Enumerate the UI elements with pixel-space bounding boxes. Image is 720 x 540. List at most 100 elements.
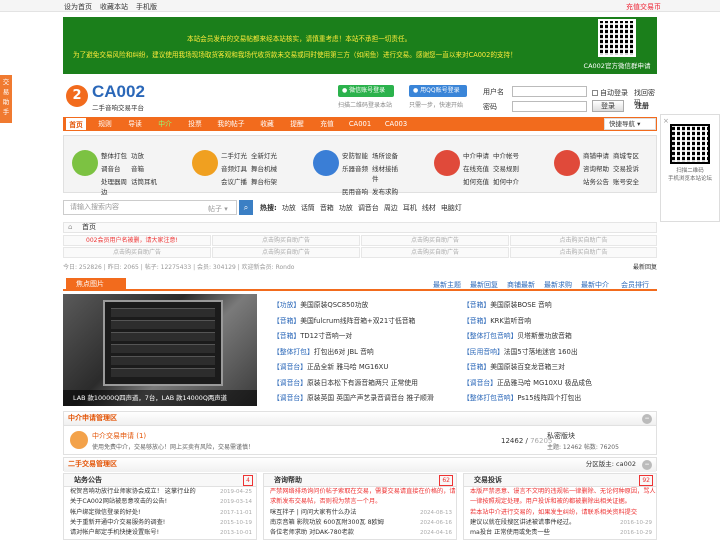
hot-keyword[interactable]: 周边 — [384, 203, 398, 213]
category-link[interactable]: 民用音响 — [342, 186, 372, 196]
category-link[interactable]: 在线充值 — [463, 163, 493, 173]
thread-row[interactable]: 祝贺音响功放行业师家协会成立！ 这掌行业的 2019-04-25 — [64, 487, 256, 497]
hot-keyword[interactable]: 功放 — [282, 203, 296, 213]
thread-row[interactable]: 各位老师求助 对DAK-780老款 2024-04-16 — [264, 528, 456, 538]
list-item[interactable]: 【音箱】美国原装BOSE 音响 — [463, 298, 649, 314]
section-title[interactable]: 二手交易管理区 — [68, 460, 117, 468]
list-item[interactable]: 【整体打包】打包出6对 JBL 音响 — [273, 345, 459, 361]
list-item[interactable]: 【功放】美国原装QSC850功放 — [273, 298, 459, 314]
trade-assistant-tab[interactable]: 交易助手 — [0, 75, 12, 123]
category-link[interactable]: 账号安全 — [613, 176, 643, 186]
list-item[interactable]: 【音箱】KRK监听音响 — [463, 314, 649, 330]
password-input[interactable] — [512, 101, 587, 112]
nav-my-posts[interactable]: 我的帖子 — [213, 117, 249, 131]
thread-row[interactable]: 本版严禁恶意、谩言不文明的违规帖一律删除、无论何种原因，骂人一律按照规定处理。用… — [464, 487, 656, 508]
close-icon[interactable]: × — [663, 117, 669, 125]
list-item[interactable]: 【整体打包音响】贝塔斯曼功放音箱 — [463, 329, 649, 345]
category-link[interactable]: 场所设备 — [372, 150, 402, 160]
ad-slot[interactable]: 点击购买自助广告 — [361, 247, 509, 258]
register-link[interactable]: 注册 — [635, 101, 649, 111]
hot-keyword[interactable]: 调音台 — [358, 203, 379, 213]
search-icon[interactable]: ⌕ — [239, 200, 253, 215]
category-link[interactable]: 乐器音频 — [342, 163, 372, 183]
tab-focus-images[interactable]: 焦点图片 — [66, 278, 126, 291]
ad-slot[interactable]: 点击购买自助广告 — [212, 247, 360, 258]
list-item[interactable]: 【调音台】原装日本松下有源音箱两只 正常使用 — [273, 376, 459, 392]
list-item[interactable]: 【调音台】正品全新 雅马哈 MG16XU — [273, 360, 459, 376]
ad-slot[interactable]: 点击购买自助广告 — [212, 235, 360, 246]
ad-slot[interactable]: 点击购买自助广告 — [510, 247, 657, 258]
qq-login-button[interactable]: ● 用QQ账号登录 — [409, 85, 467, 97]
moderator-name[interactable]: ca002 — [616, 460, 636, 468]
list-item[interactable]: 【调音台】原装英国 英国产声艺录音调音台 推子顺滑 — [273, 391, 459, 407]
collapse-icon[interactable]: − — [642, 460, 652, 470]
auto-login-checkbox[interactable]: 自动登录 — [592, 88, 628, 98]
set-homepage-link[interactable]: 设为首页 — [64, 2, 92, 12]
recharge-link[interactable]: 充值交易币 — [626, 2, 661, 12]
category-link[interactable]: 舞台机械 — [251, 163, 281, 173]
tab-latest-replies[interactable]: 最新回复 — [470, 280, 498, 290]
nav-rules[interactable]: 规则 — [93, 117, 117, 131]
wechat-group-qr[interactable]: CA002官方微信群申请 — [578, 18, 656, 74]
category-link[interactable]: 安防智能 — [342, 150, 372, 160]
category-link[interactable]: 功放 — [131, 150, 161, 160]
collapse-icon[interactable]: − — [642, 414, 652, 424]
tab-latest-escrow[interactable]: 最新中介 — [581, 280, 609, 290]
home-icon[interactable]: ⌂ — [68, 223, 72, 232]
breadcrumb-home[interactable]: 首页 — [82, 223, 96, 231]
category-link[interactable]: 舞台桁架 — [251, 176, 281, 186]
site-logo[interactable]: 2 CA002 二手音响交易平台 — [64, 82, 152, 112]
tab-latest-topics[interactable]: 最新主题 — [433, 280, 461, 290]
nav-vote[interactable]: 投票 — [183, 117, 207, 131]
section-title[interactable]: 中介申请管理区 — [68, 414, 117, 422]
nav-home[interactable]: 首页 — [65, 117, 87, 131]
list-item[interactable]: 【民用音响】法国5寸落地迷宫 160出 — [463, 345, 649, 361]
ad-slot[interactable]: 点击购买自助广告 — [510, 235, 657, 246]
nav-escrow[interactable]: 中介 — [153, 117, 177, 131]
list-item[interactable]: 【音箱】TD12寸音响一对 — [273, 329, 459, 345]
list-item[interactable]: 【调音台】正品雅马哈 MG10XU 极品成色 — [463, 376, 649, 392]
category-link[interactable]: 站务公告 — [583, 176, 613, 186]
category-link[interactable]: 如何充值 — [463, 176, 493, 186]
nav-reminders[interactable]: 提醒 — [285, 117, 309, 131]
tab-latest-wanted[interactable]: 最新求购 — [544, 280, 572, 290]
thread-row[interactable]: 南京音箱 影院功放 600瓦附300瓦 8欧姆 2024-06-16 — [264, 518, 456, 528]
ad-slot[interactable]: 002会员用户名被删，请大家注意! — [63, 235, 211, 246]
hot-keyword[interactable]: 耳机 — [403, 203, 417, 213]
category-link[interactable]: 处理器周边 — [101, 176, 131, 196]
category-link[interactable]: 发布求购 — [372, 186, 402, 196]
category-link[interactable]: 线材接插件 — [372, 163, 402, 183]
ad-slot[interactable]: 点击购买自助广告 — [63, 247, 211, 258]
list-item[interactable]: 【整体打包音响】Ps15线阵四个打包出 — [463, 391, 649, 407]
username-input[interactable] — [512, 86, 587, 97]
category-link[interactable]: 音箱 — [131, 163, 161, 173]
category-link[interactable]: 调音台 — [101, 163, 131, 173]
latest-replies-link[interactable]: 最新回复 — [633, 262, 657, 271]
category-link[interactable]: 如何中介 — [493, 176, 523, 186]
nav-favorites[interactable]: 收藏 — [255, 117, 279, 131]
category-link[interactable]: 话筒耳机 — [131, 176, 161, 196]
nav-ca001[interactable]: CA001 — [345, 117, 375, 131]
thread-row[interactable]: 关于重新开通中介交易服务的调查! 2015-10-19 — [64, 518, 256, 528]
hot-keyword[interactable]: 电脑灯 — [441, 203, 462, 213]
thread-row[interactable]: 请对帐户邮定手机快捷设置账号! 2013-10-01 — [64, 528, 256, 538]
wechat-login-button[interactable]: ● 微信账号登录 — [338, 85, 394, 97]
login-button[interactable]: 登录 — [592, 100, 624, 112]
category-link[interactable]: 中介申请 — [463, 150, 493, 160]
thread-row[interactable]: 咪互拌子 | 问问大家有什么办法 2024-08-13 — [264, 508, 456, 518]
ad-slot[interactable]: 点击购买自助广告 — [361, 235, 509, 246]
bookmark-link[interactable]: 收藏本站 — [100, 2, 128, 12]
tab-shop-latest[interactable]: 商铺最新 — [507, 280, 535, 290]
list-item[interactable]: 【音箱】美国fulcrum线阵音箱+双21寸低音箱 — [273, 314, 459, 330]
focus-image[interactable]: LAB 款10000Q四声道，7台，LAB 款14000Q两声道 — [63, 294, 257, 406]
board-title[interactable]: 交易投诉 — [474, 476, 502, 484]
thread-row[interactable]: 严禁网络排场询问价帖子索取在交易，需要交易请直接在价格的，请求新发布交易帖，否则… — [264, 487, 456, 508]
category-link[interactable]: 咨询帮助 — [583, 163, 613, 173]
thread-row[interactable]: ma投台 正常使用或免责一些 2016-10-29 — [464, 528, 656, 538]
list-item[interactable]: 【音箱】美国原装百变龙音箱三对 — [463, 360, 649, 376]
thread-row[interactable]: 若本站中介进行交易的，如果发生纠纷，请联系相关资料提交 — [464, 508, 656, 518]
category-link[interactable]: 交易投诉 — [613, 163, 643, 173]
category-link[interactable]: 二手灯光 — [221, 150, 251, 160]
nav-recharge[interactable]: 充值 — [315, 117, 339, 131]
nav-guide[interactable]: 导读 — [123, 117, 147, 131]
